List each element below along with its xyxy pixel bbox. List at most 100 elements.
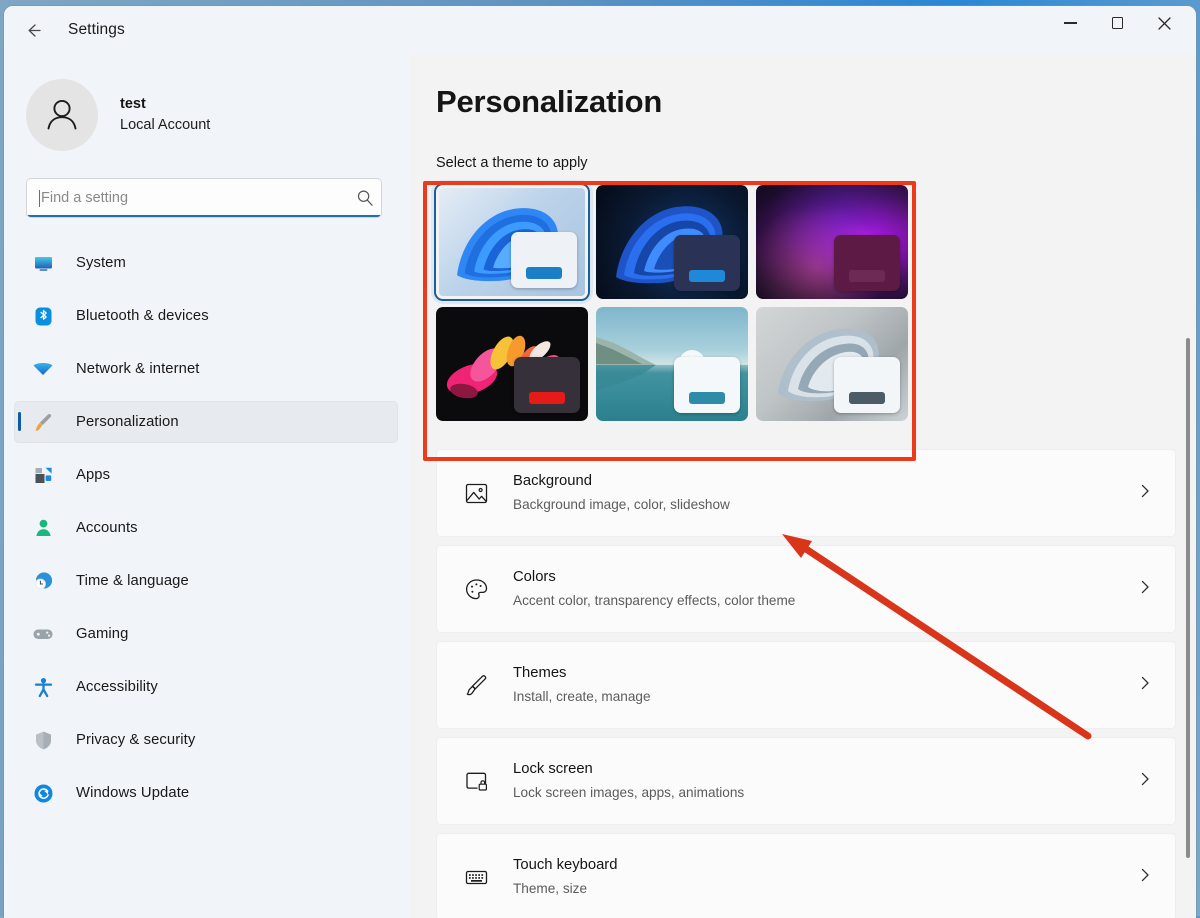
sidebar-item-label: Windows Update (76, 785, 190, 801)
back-button[interactable] (16, 13, 50, 47)
settings-row-subtitle: Background image, color, slideshow (513, 497, 730, 512)
sidebar-item-personalization[interactable]: Personalization (14, 401, 398, 443)
theme-thumbnail (596, 185, 748, 299)
sidebar-nav: System Bluetooth & devices Network & int… (4, 242, 410, 814)
minimize-icon (1064, 22, 1077, 24)
settings-row-title: Lock screen (513, 761, 593, 777)
sidebar-item-system[interactable]: System (14, 242, 398, 284)
theme-thumbnail (756, 307, 908, 421)
theme-thumbnail (756, 185, 908, 299)
vertical-scrollbar[interactable] (1186, 338, 1190, 858)
back-arrow-icon (28, 23, 41, 37)
apps-icon (32, 464, 54, 486)
theme-accent-swatch (526, 267, 562, 279)
sidebar-item-label: Bluetooth & devices (76, 308, 209, 324)
clock-globe-icon (32, 570, 54, 592)
theme-accent-swatch (689, 392, 725, 404)
search-placeholder: Find a setting (41, 190, 129, 206)
theme-preview-window (674, 235, 740, 291)
theme-preview-window (834, 357, 900, 413)
search-icon (357, 190, 373, 206)
theme-accent-swatch (849, 392, 885, 404)
search-icon-wrap[interactable] (356, 189, 374, 212)
theme-tile-windows-dark-bloom[interactable] (596, 185, 748, 299)
chevron-right-icon (1137, 675, 1153, 696)
sidebar-item-label: Gaming (76, 626, 129, 642)
settings-row-touch-keyboard[interactable]: Touch keyboard Theme, size (436, 833, 1176, 918)
chevron-right-icon (1137, 579, 1153, 600)
theme-tile-sunrise-lake[interactable] (596, 307, 748, 421)
sidebar-item-label: Time & language (76, 573, 189, 589)
settings-row-title: Themes (513, 665, 567, 681)
text-caret (39, 189, 40, 207)
settings-row-subtitle: Theme, size (513, 881, 588, 896)
maximize-button[interactable] (1094, 6, 1141, 40)
sidebar-item-accounts[interactable]: Accounts (14, 507, 398, 549)
sidebar-item-time-language[interactable]: Time & language (14, 560, 398, 602)
sidebar-item-windows-update[interactable]: Windows Update (14, 772, 398, 814)
update-refresh-icon (32, 782, 54, 804)
chevron-right-icon (1137, 483, 1153, 504)
window-controls (1047, 6, 1196, 54)
window-title: Settings (68, 21, 125, 38)
wifi-icon (32, 358, 54, 380)
theme-tile-windows-light-bloom[interactable] (436, 185, 588, 299)
theme-accent-swatch (689, 270, 725, 282)
sidebar-item-label: Accessibility (76, 679, 158, 695)
theme-tile-captured-motion[interactable] (436, 307, 588, 421)
theme-thumbnail (439, 188, 585, 296)
search-container: Find a setting (26, 178, 388, 218)
theme-preview-window (511, 232, 577, 288)
sidebar: test Local Account Find a setting System… (4, 54, 410, 918)
account-type: Local Account (120, 117, 211, 133)
theme-preview-window (674, 357, 740, 413)
sidebar-item-apps[interactable]: Apps (14, 454, 398, 496)
settings-row-title: Colors (513, 569, 556, 585)
theme-accent-swatch (529, 392, 565, 404)
title-bar: Settings (4, 6, 1196, 54)
close-button[interactable] (1141, 6, 1188, 40)
main-content: Personalization Select a theme to apply (410, 54, 1196, 918)
account-name: test (120, 96, 146, 112)
page-title: Personalization (436, 84, 663, 119)
theme-tile-flow-light[interactable] (756, 307, 908, 421)
picture-icon (461, 478, 491, 508)
avatar (26, 79, 98, 151)
theme-section-label: Select a theme to apply (436, 155, 588, 171)
settings-row-themes[interactable]: Themes Install, create, manage (436, 641, 1176, 729)
paintbrush-icon (461, 670, 491, 700)
sidebar-item-label: Privacy & security (76, 732, 196, 748)
account-person-icon (32, 517, 54, 539)
settings-row-background[interactable]: Background Background image, color, slid… (436, 449, 1176, 537)
sidebar-item-privacy-security[interactable]: Privacy & security (14, 719, 398, 761)
search-input[interactable]: Find a setting (26, 178, 382, 218)
theme-thumbnail (436, 307, 588, 421)
system-monitor-icon (32, 252, 54, 274)
sidebar-item-label: System (76, 255, 126, 271)
chevron-right-icon (1137, 771, 1153, 792)
bluetooth-icon (32, 305, 54, 327)
settings-row-list: Background Background image, color, slid… (436, 449, 1176, 918)
maximize-icon (1111, 17, 1124, 29)
close-icon (1158, 16, 1171, 30)
gamepad-icon (32, 623, 54, 645)
keyboard-icon (461, 862, 491, 892)
theme-tile-glow-purple[interactable] (756, 185, 908, 299)
sidebar-item-label: Network & internet (76, 361, 200, 377)
sidebar-item-gaming[interactable]: Gaming (14, 613, 398, 655)
settings-row-subtitle: Accent color, transparency effects, colo… (513, 593, 796, 608)
settings-row-lock-screen[interactable]: Lock screen Lock screen images, apps, an… (436, 737, 1176, 825)
settings-row-title: Background (513, 473, 592, 489)
lock-screen-icon (461, 766, 491, 796)
account-block[interactable]: test Local Account (4, 54, 410, 154)
minimize-button[interactable] (1047, 6, 1094, 40)
accessibility-person-icon (32, 676, 54, 698)
sidebar-item-accessibility[interactable]: Accessibility (14, 666, 398, 708)
sidebar-item-bluetooth-devices[interactable]: Bluetooth & devices (14, 295, 398, 337)
theme-preview-window (834, 235, 900, 291)
settings-window: Settings test Local Account Find a setti… (4, 6, 1196, 918)
settings-row-colors[interactable]: Colors Accent color, transparency effect… (436, 545, 1176, 633)
settings-row-title: Touch keyboard (513, 857, 618, 873)
sidebar-item-network-internet[interactable]: Network & internet (14, 348, 398, 390)
sidebar-item-label: Personalization (76, 414, 179, 430)
